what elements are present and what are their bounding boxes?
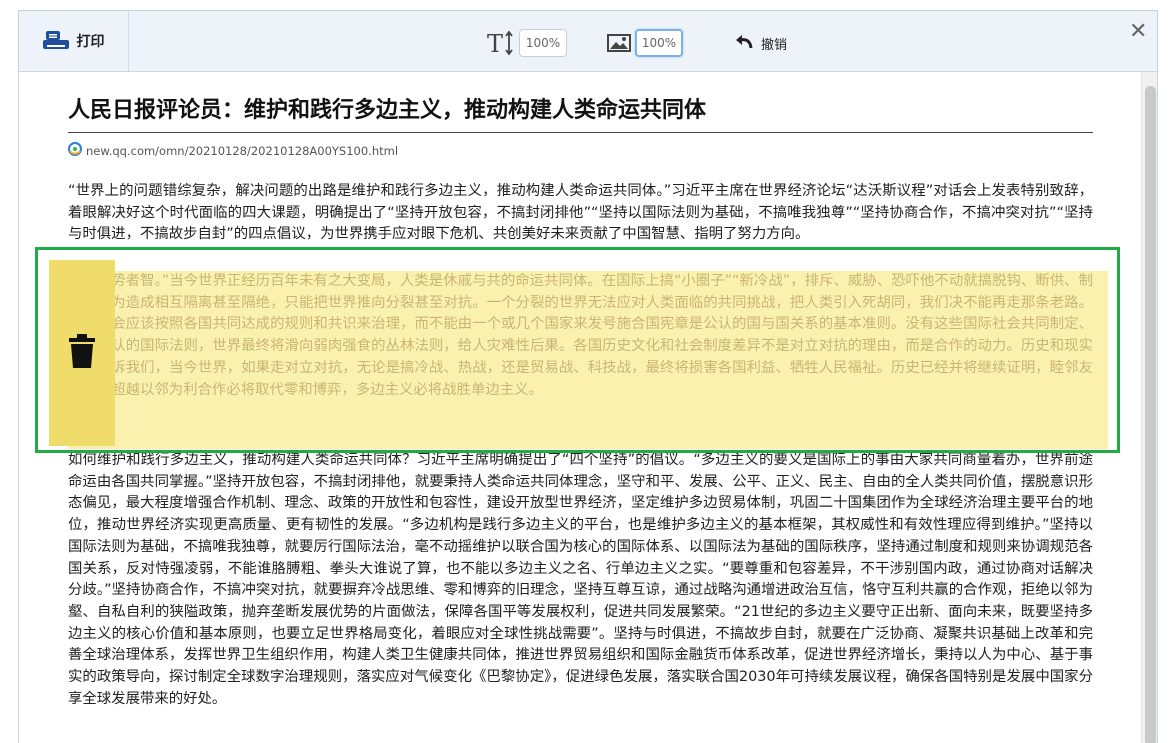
source-logo-icon bbox=[68, 142, 82, 159]
print-label: 打印 bbox=[76, 34, 105, 50]
trash-icon bbox=[68, 333, 96, 373]
selection-frame bbox=[35, 247, 1120, 453]
svg-text:T: T bbox=[487, 30, 503, 56]
article-source: new.qq.com/omn/20210128/20210128A00YS100… bbox=[68, 142, 398, 159]
paragraph-3: 如何维护和践行多边主义，推动构建人类命运共同体？习近平主席明确提出了“四个坚持”… bbox=[68, 452, 1093, 707]
article-title: 人民日报评论员：维护和践行多边主义，推动构建人类命运共同体 bbox=[68, 92, 1093, 133]
toolbar: 打印 T 100% 100% 撤销 ✕ bbox=[19, 11, 1157, 72]
image-icon[interactable] bbox=[607, 33, 631, 53]
text-size-icon[interactable]: T bbox=[487, 30, 515, 56]
undo-button[interactable]: 撤销 bbox=[735, 32, 787, 54]
source-url: new.qq.com/omn/20210128/20210128A00YS100… bbox=[86, 143, 399, 158]
close-icon[interactable]: ✕ bbox=[1129, 21, 1147, 43]
delete-block-button[interactable] bbox=[49, 260, 115, 446]
scrollbar-thumb[interactable] bbox=[1145, 86, 1156, 743]
text-zoom-field[interactable]: 100% bbox=[519, 29, 567, 57]
image-zoom-field[interactable]: 100% bbox=[635, 29, 683, 57]
printer-icon bbox=[42, 30, 69, 52]
print-button[interactable]: 打印 bbox=[19, 11, 129, 71]
undo-icon bbox=[735, 32, 755, 54]
zoom-controls: T 100% 100% 撤销 bbox=[487, 28, 787, 58]
undo-label: 撤销 bbox=[761, 37, 788, 53]
vertical-scrollbar[interactable] bbox=[1141, 72, 1157, 743]
